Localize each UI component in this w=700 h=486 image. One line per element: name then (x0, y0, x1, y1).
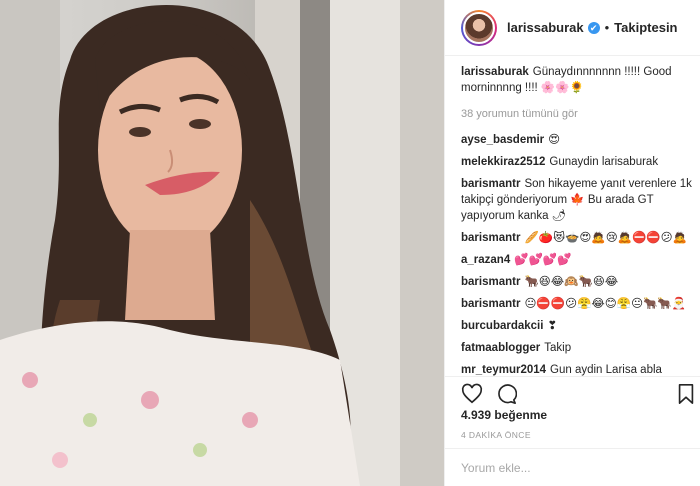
comment-text: Takip (544, 342, 572, 354)
load-more-comments-link[interactable]: 38 yorumun tümünü gör (461, 106, 693, 122)
comment-username[interactable]: barismantr (461, 178, 520, 190)
comment-item: barismantr 🥖🍅😻🍲😍🙇😢🙇⛔⛔😕🙇 (461, 230, 693, 246)
comment-item: melekkiraz2512 Gunaydin larisaburak (461, 154, 693, 170)
comment-item: a_razan4 💕💕💕💕 (461, 252, 693, 268)
comment-username[interactable]: ayse_basdemir (461, 134, 544, 146)
comment-text: 🥖🍅😻🍲😍🙇😢🙇⛔⛔😕🙇 (524, 232, 687, 244)
comment-text: 💕💕💕💕 (514, 254, 572, 266)
comment-item: barismantr 😐⛔⛔😕😤😂😊😤😐🐂🐂🎅 (461, 296, 693, 312)
comment-item: barismantr 🐂😆😂🙉🐂😆😂 (461, 274, 693, 290)
likes-count[interactable]: 4.939 beğenme (461, 408, 547, 422)
comments-list[interactable]: larissaburak Günaydınnnnnnn !!!!! Good mo… (461, 64, 693, 376)
post-caption: larissaburak Günaydınnnnnnn !!!!! Good mo… (461, 64, 693, 96)
comment-item: fatmaablogger Takip (461, 340, 693, 356)
comment-text: 😍 (548, 134, 561, 146)
caption-username[interactable]: larissaburak (461, 66, 529, 78)
comment-username[interactable]: barismantr (461, 232, 520, 244)
comment-text: ❣ (547, 320, 558, 332)
comment-username[interactable]: barismantr (461, 298, 520, 310)
comment-item: ayse_basdemir 😍 (461, 132, 693, 148)
comment-text: 🐂😆😂🙉🐂😆😂 (524, 276, 619, 288)
bookmark-icon[interactable] (675, 383, 699, 407)
comment-username[interactable]: mr_teymur2014 (461, 364, 546, 376)
avatar[interactable] (461, 9, 497, 46)
comment-username[interactable]: melekkiraz2512 (461, 156, 545, 168)
add-comment-bar (445, 448, 700, 486)
comment-username[interactable]: barismantr (461, 276, 520, 288)
header-separator: • (604, 20, 610, 35)
post-actions-bar (445, 376, 700, 406)
heart-icon[interactable] (461, 383, 485, 407)
comment-username[interactable]: burcubardakcii (461, 320, 543, 332)
comment-username[interactable]: fatmaablogger (461, 342, 540, 354)
post-photo[interactable] (0, 0, 444, 486)
comment-text: Gunaydin larisaburak (549, 156, 659, 168)
comment-item: barismantr Son hikayeme yanıt verenlere 1… (461, 176, 693, 224)
comment-username[interactable]: a_razan4 (461, 254, 510, 266)
selfie-image (0, 0, 444, 486)
header-username[interactable]: larissaburak (507, 20, 584, 35)
avatar-image (463, 11, 495, 44)
verified-badge-icon: ✔ (587, 21, 600, 34)
comment-item: burcubardakcii ❣ (461, 318, 693, 334)
post-header: larissaburak ✔ • Takiptesin (445, 0, 700, 56)
comment-item: mr_teymur2014 Gun aydin Larisa abla (461, 362, 693, 376)
post-timestamp: 4 DAKİKA ÖNCE (461, 430, 531, 440)
comment-text: 😐⛔⛔😕😤😂😊😤😐🐂🐂🎅 (524, 298, 687, 310)
comment-text: Gun aydin Larisa abla (550, 364, 662, 376)
follow-status-button[interactable]: Takiptesin (614, 20, 677, 35)
comment-icon[interactable] (495, 383, 519, 407)
post-side-panel: larissaburak ✔ • Takiptesin larissaburak… (445, 0, 700, 486)
comment-input[interactable] (461, 460, 681, 475)
